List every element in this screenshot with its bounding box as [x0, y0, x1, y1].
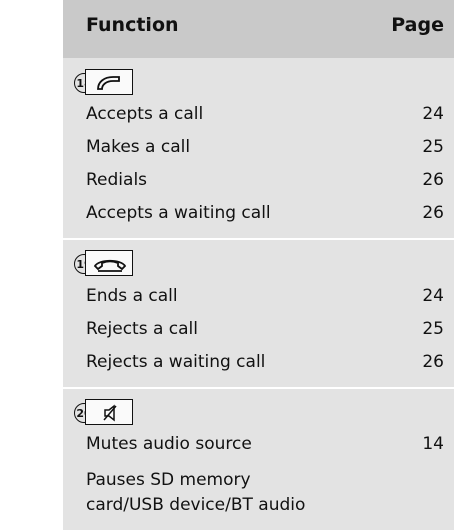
row-page: 24: [422, 286, 444, 306]
row-text: card/USB device/BT audio: [86, 495, 306, 515]
phone-accept-icon: [85, 69, 133, 95]
row-page: 25: [422, 137, 444, 157]
row-page: 26: [422, 352, 444, 372]
mute-icon: [85, 399, 133, 425]
row-page: 26: [422, 170, 444, 190]
section-divider: [63, 387, 454, 389]
row-page: 24: [422, 104, 444, 124]
header-function: Function: [86, 14, 179, 36]
section-divider: [63, 238, 454, 240]
row-text: Rejects a waiting call: [86, 352, 266, 372]
phone-end-icon: [85, 250, 133, 276]
row-text: Redials: [86, 170, 148, 190]
row-page: 26: [422, 203, 444, 223]
row-page: 14: [422, 434, 444, 454]
row-text: Mutes audio source: [86, 434, 252, 454]
row-text: Rejects a call: [86, 319, 198, 339]
row-page: 25: [422, 319, 444, 339]
header-page: Page: [391, 14, 444, 36]
row-text: Ends a call: [86, 286, 178, 306]
row-text: Accepts a waiting call: [86, 203, 271, 223]
row-text: Pauses SD memory: [86, 470, 251, 490]
row-text: Accepts a call: [86, 104, 204, 124]
row-text: Makes a call: [86, 137, 191, 157]
